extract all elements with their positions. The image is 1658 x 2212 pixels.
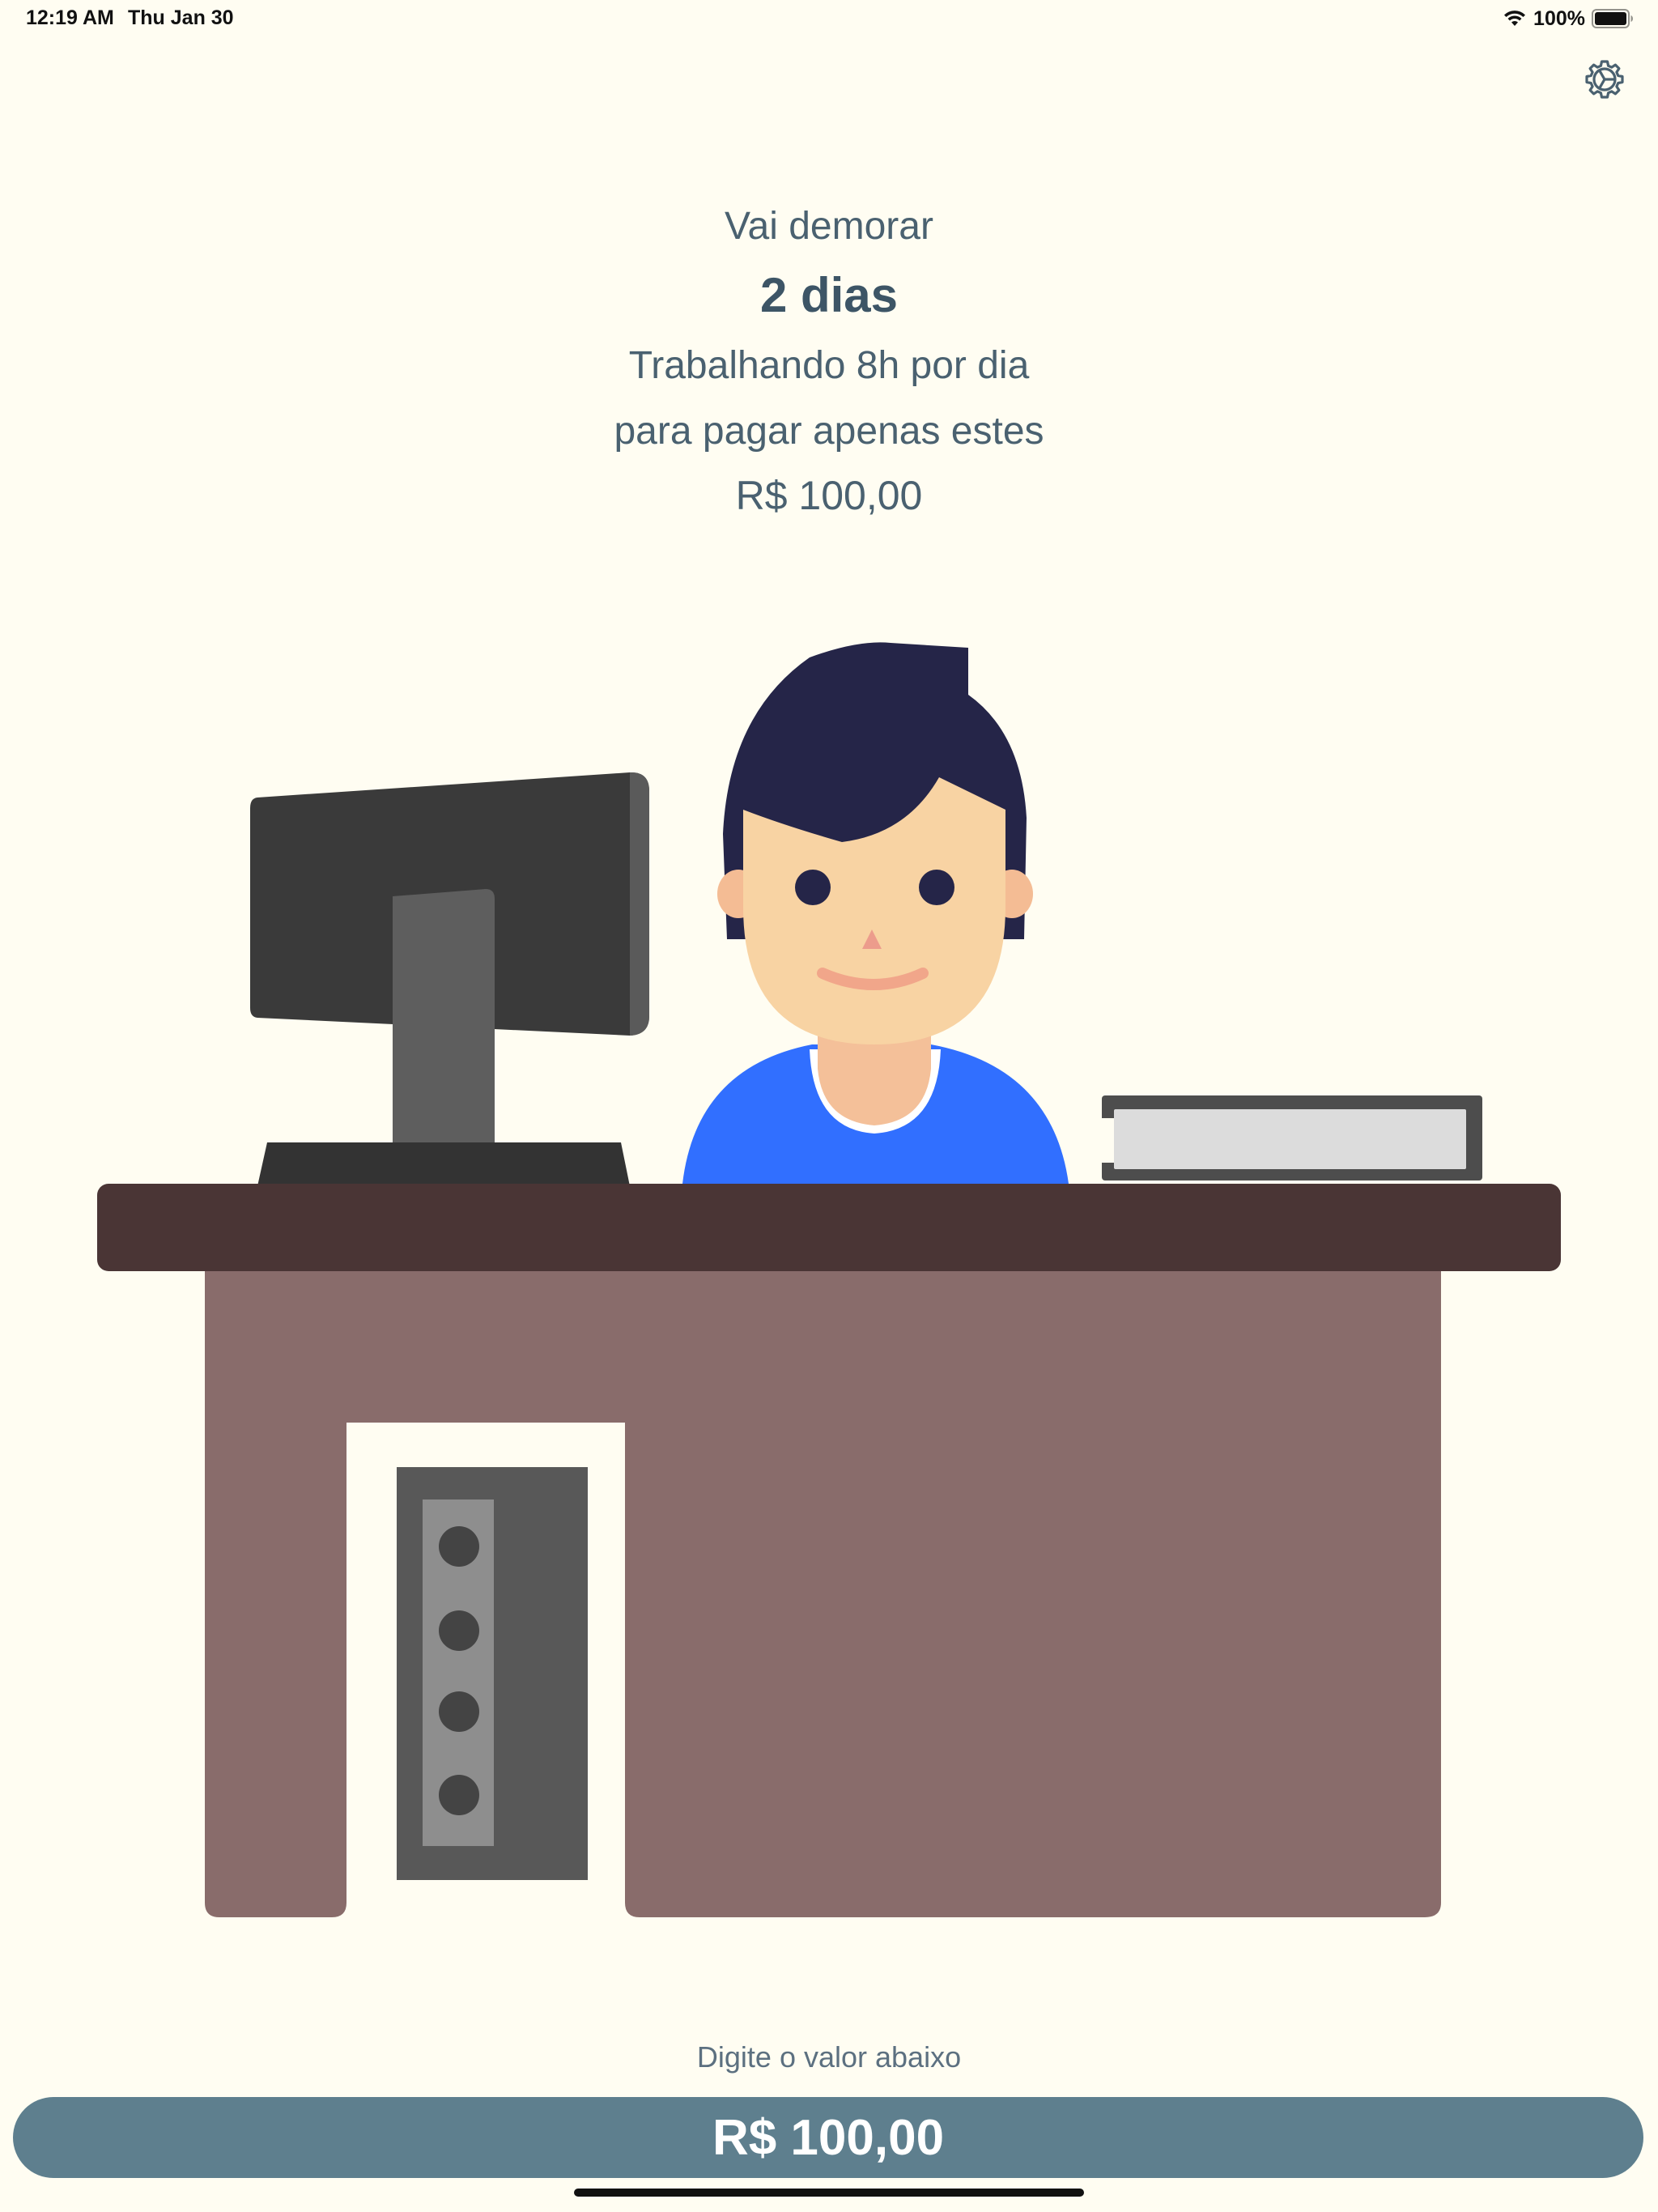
person <box>682 642 1069 1184</box>
status-bar: 12:19 AM Thu Jan 30 100% <box>0 0 1658 39</box>
battery-percentage: 100% <box>1533 6 1585 30</box>
result-duration: 2 dias <box>759 268 899 322</box>
amount-input[interactable] <box>13 2097 1643 2178</box>
input-prompt-label: Digite o valor abaixo <box>696 2040 962 2074</box>
settings-button[interactable] <box>1582 57 1627 102</box>
status-indicators: 100% <box>1503 5 1634 32</box>
result-work-hours: Trabalhando 8h por dia <box>628 344 1030 387</box>
status-time: 12:19 AM <box>26 6 114 29</box>
home-indicator[interactable] <box>574 2189 1084 2197</box>
illustration-svg <box>97 642 1561 1917</box>
gear-icon <box>1585 60 1624 99</box>
result-purpose-text: para pagar apenas estes <box>614 410 1044 453</box>
monitor <box>250 772 649 1186</box>
result-intro-text: Vai demorar <box>725 205 933 248</box>
wifi-icon <box>1503 10 1527 28</box>
result-amount: R$ 100,00 <box>735 473 923 518</box>
pc-tower <box>397 1467 588 1880</box>
book-stack <box>1102 1095 1482 1180</box>
battery-icon <box>1592 9 1634 28</box>
desk <box>97 1184 1561 1917</box>
worker-at-desk-illustration <box>0 632 1658 1943</box>
status-date: Thu Jan 30 <box>128 6 234 29</box>
